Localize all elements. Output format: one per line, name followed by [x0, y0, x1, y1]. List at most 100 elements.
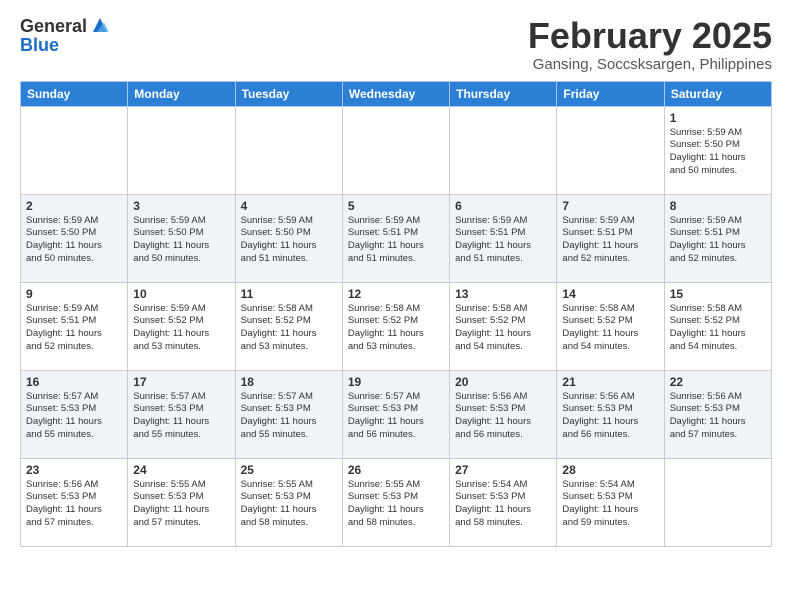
logo-text: General Blue [20, 16, 111, 54]
calendar-cell [235, 106, 342, 194]
weekday-friday: Friday [557, 81, 664, 106]
calendar-cell: 7 Sunrise: 5:59 AM Sunset: 5:51 PM Daylig… [557, 194, 664, 282]
calendar-cell: 16 Sunrise: 5:57 AM Sunset: 5:53 PM Dayli… [21, 370, 128, 458]
day-number: 1 [670, 111, 766, 125]
calendar-cell: 17 Sunrise: 5:57 AM Sunset: 5:53 PM Dayli… [128, 370, 235, 458]
day-info: Sunrise: 5:58 AM Sunset: 5:52 PM Dayligh… [562, 303, 658, 354]
day-number: 19 [348, 375, 444, 389]
calendar-cell: 5 Sunrise: 5:59 AM Sunset: 5:51 PM Daylig… [342, 194, 449, 282]
day-info: Sunrise: 5:55 AM Sunset: 5:53 PM Dayligh… [133, 479, 229, 530]
calendar-cell: 3Sunrise: 5:59 AM Sunset: 5:50 PM Daylig… [128, 194, 235, 282]
day-info: Sunrise: 5:58 AM Sunset: 5:52 PM Dayligh… [241, 303, 337, 354]
logo-icon [89, 14, 111, 36]
day-info: Sunrise: 5:56 AM Sunset: 5:53 PM Dayligh… [670, 391, 766, 442]
day-number: 9 [26, 287, 122, 301]
weekday-tuesday: Tuesday [235, 81, 342, 106]
day-info: Sunrise: 5:58 AM Sunset: 5:52 PM Dayligh… [670, 303, 766, 354]
day-number: 16 [26, 375, 122, 389]
day-number: 25 [241, 463, 337, 477]
day-info: Sunrise: 5:54 AM Sunset: 5:53 PM Dayligh… [455, 479, 551, 530]
weekday-header-row: SundayMondayTuesdayWednesdayThursdayFrid… [21, 81, 772, 106]
day-info: Sunrise: 5:57 AM Sunset: 5:53 PM Dayligh… [26, 391, 122, 442]
day-info: Sunrise: 5:54 AM Sunset: 5:53 PM Dayligh… [562, 479, 658, 530]
calendar-cell: 22 Sunrise: 5:56 AM Sunset: 5:53 PM Dayli… [664, 370, 771, 458]
day-info: Sunrise: 5:58 AM Sunset: 5:52 PM Dayligh… [348, 303, 444, 354]
weekday-thursday: Thursday [450, 81, 557, 106]
calendar-cell: 21Sunrise: 5:56 AM Sunset: 5:53 PM Dayli… [557, 370, 664, 458]
day-info: Sunrise: 5:59 AM Sunset: 5:50 PM Dayligh… [241, 215, 337, 266]
calendar-cell: 9Sunrise: 5:59 AM Sunset: 5:51 PM Daylig… [21, 282, 128, 370]
week-row-3: 9Sunrise: 5:59 AM Sunset: 5:51 PM Daylig… [21, 282, 772, 370]
calendar-cell: 15 Sunrise: 5:58 AM Sunset: 5:52 PM Dayli… [664, 282, 771, 370]
day-info: Sunrise: 5:59 AM Sunset: 5:51 PM Dayligh… [455, 215, 551, 266]
day-number: 8 [670, 199, 766, 213]
location-title: Gansing, Soccsksargen, Philippines [528, 56, 772, 73]
title-area: February 2025 Gansing, Soccsksargen, Phi… [528, 16, 772, 73]
weekday-monday: Monday [128, 81, 235, 106]
calendar-cell [450, 106, 557, 194]
calendar-cell: 13 Sunrise: 5:58 AM Sunset: 5:52 PM Dayli… [450, 282, 557, 370]
logo-blue: Blue [20, 36, 111, 54]
day-info: Sunrise: 5:59 AM Sunset: 5:51 PM Dayligh… [348, 215, 444, 266]
week-row-4: 16 Sunrise: 5:57 AM Sunset: 5:53 PM Dayli… [21, 370, 772, 458]
day-info: Sunrise: 5:58 AM Sunset: 5:52 PM Dayligh… [455, 303, 551, 354]
day-number: 11 [241, 287, 337, 301]
day-number: 18 [241, 375, 337, 389]
day-number: 22 [670, 375, 766, 389]
day-info: Sunrise: 5:55 AM Sunset: 5:53 PM Dayligh… [241, 479, 337, 530]
logo-area: General Blue [20, 16, 111, 54]
day-number: 23 [26, 463, 122, 477]
day-info: Sunrise: 5:57 AM Sunset: 5:53 PM Dayligh… [133, 391, 229, 442]
calendar: SundayMondayTuesdayWednesdayThursdayFrid… [20, 81, 772, 547]
week-row-2: 2 Sunrise: 5:59 AM Sunset: 5:50 PM Daylig… [21, 194, 772, 282]
day-info: Sunrise: 5:57 AM Sunset: 5:53 PM Dayligh… [348, 391, 444, 442]
day-info: Sunrise: 5:59 AM Sunset: 5:51 PM Dayligh… [562, 215, 658, 266]
calendar-cell: 23 Sunrise: 5:56 AM Sunset: 5:53 PM Dayli… [21, 458, 128, 546]
day-info: Sunrise: 5:59 AM Sunset: 5:52 PM Dayligh… [133, 303, 229, 354]
day-number: 4 [241, 199, 337, 213]
calendar-cell [21, 106, 128, 194]
day-info: Sunrise: 5:59 AM Sunset: 5:51 PM Dayligh… [670, 215, 766, 266]
calendar-cell: 12Sunrise: 5:58 AM Sunset: 5:52 PM Dayli… [342, 282, 449, 370]
day-number: 24 [133, 463, 229, 477]
calendar-cell: 24 Sunrise: 5:55 AM Sunset: 5:53 PM Dayli… [128, 458, 235, 546]
calendar-cell: 28 Sunrise: 5:54 AM Sunset: 5:53 PM Dayli… [557, 458, 664, 546]
calendar-cell: 18 Sunrise: 5:57 AM Sunset: 5:53 PM Dayli… [235, 370, 342, 458]
day-number: 7 [562, 199, 658, 213]
day-number: 27 [455, 463, 551, 477]
logo-general: General [20, 17, 87, 35]
day-number: 5 [348, 199, 444, 213]
day-info: Sunrise: 5:55 AM Sunset: 5:53 PM Dayligh… [348, 479, 444, 530]
day-info: Sunrise: 5:59 AM Sunset: 5:50 PM Dayligh… [26, 215, 122, 266]
calendar-cell: 14 Sunrise: 5:58 AM Sunset: 5:52 PM Dayli… [557, 282, 664, 370]
calendar-cell: 8 Sunrise: 5:59 AM Sunset: 5:51 PM Daylig… [664, 194, 771, 282]
day-number: 28 [562, 463, 658, 477]
day-info: Sunrise: 5:56 AM Sunset: 5:53 PM Dayligh… [455, 391, 551, 442]
day-number: 10 [133, 287, 229, 301]
day-info: Sunrise: 5:56 AM Sunset: 5:53 PM Dayligh… [26, 479, 122, 530]
week-row-1: 1 Sunrise: 5:59 AM Sunset: 5:50 PM Daylig… [21, 106, 772, 194]
day-number: 21 [562, 375, 658, 389]
calendar-cell: 19 Sunrise: 5:57 AM Sunset: 5:53 PM Dayli… [342, 370, 449, 458]
day-number: 14 [562, 287, 658, 301]
calendar-cell: 25 Sunrise: 5:55 AM Sunset: 5:53 PM Dayli… [235, 458, 342, 546]
calendar-cell: 6Sunrise: 5:59 AM Sunset: 5:51 PM Daylig… [450, 194, 557, 282]
calendar-cell [557, 106, 664, 194]
day-number: 17 [133, 375, 229, 389]
calendar-cell: 4 Sunrise: 5:59 AM Sunset: 5:50 PM Daylig… [235, 194, 342, 282]
weekday-saturday: Saturday [664, 81, 771, 106]
calendar-cell: 27 Sunrise: 5:54 AM Sunset: 5:53 PM Dayli… [450, 458, 557, 546]
day-number: 20 [455, 375, 551, 389]
week-row-5: 23 Sunrise: 5:56 AM Sunset: 5:53 PM Dayli… [21, 458, 772, 546]
page: General Blue February 2025 Gansing, Socc… [0, 0, 792, 563]
day-number: 2 [26, 199, 122, 213]
calendar-cell: 10 Sunrise: 5:59 AM Sunset: 5:52 PM Dayli… [128, 282, 235, 370]
day-number: 15 [670, 287, 766, 301]
calendar-cell: 2 Sunrise: 5:59 AM Sunset: 5:50 PM Daylig… [21, 194, 128, 282]
month-title: February 2025 [528, 16, 772, 56]
day-info: Sunrise: 5:57 AM Sunset: 5:53 PM Dayligh… [241, 391, 337, 442]
day-info: Sunrise: 5:59 AM Sunset: 5:50 PM Dayligh… [670, 127, 766, 178]
calendar-cell: 1 Sunrise: 5:59 AM Sunset: 5:50 PM Daylig… [664, 106, 771, 194]
day-number: 13 [455, 287, 551, 301]
day-number: 3 [133, 199, 229, 213]
